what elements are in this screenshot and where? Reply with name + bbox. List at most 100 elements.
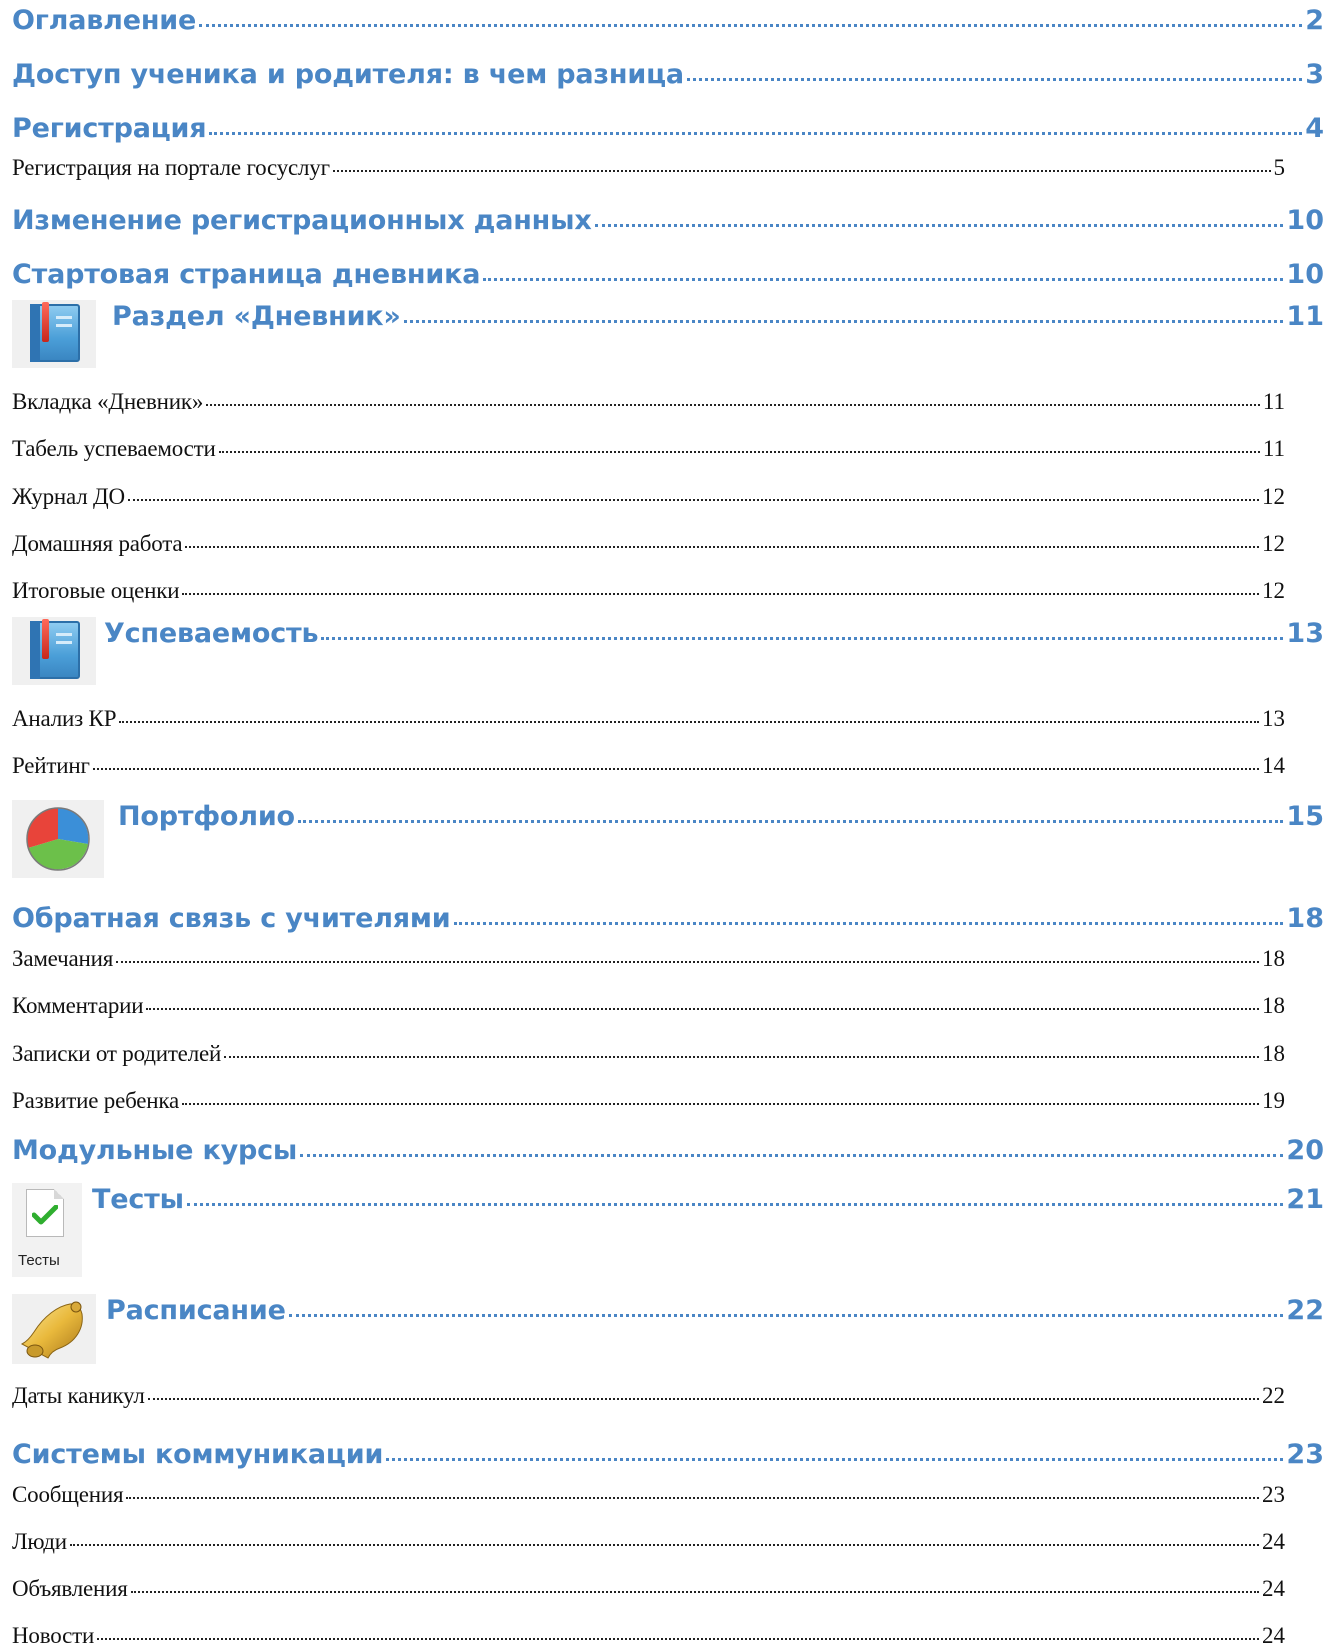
toc-page-number: 24: [1262, 1623, 1285, 1648]
toc-entry-title: Системы коммуникации: [12, 1439, 384, 1470]
table-of-contents: Оглавление 2 Доступ ученика и родителя: …: [0, 0, 1337, 1650]
toc-page-number: 20: [1286, 1135, 1324, 1166]
toc-entry-title: Доступ ученика и родителя: в чем разница: [12, 59, 684, 90]
toc-subentry-final-grades[interactable]: Итоговые оценки 12: [12, 576, 1285, 606]
dot-leader: [182, 593, 1259, 595]
toc-entry-title: Объявления: [12, 1576, 128, 1601]
toc-page-number: 24: [1262, 1576, 1285, 1601]
toc-entry-access[interactable]: Доступ ученика и родителя: в чем разница…: [12, 58, 1324, 92]
dot-leader: [403, 320, 1284, 323]
toc-page-number: 11: [1286, 301, 1324, 332]
dot-leader: [126, 1497, 1259, 1499]
toc-entry-title: Табель успеваемости: [12, 436, 216, 461]
toc-entry-contents[interactable]: Оглавление 2: [12, 4, 1324, 38]
toc-entry-schedule[interactable]: Расписание 22: [12, 1294, 1324, 1364]
tests-icon: Тесты: [12, 1183, 82, 1277]
toc-entry-change-data[interactable]: Изменение регистрационных данных 10: [12, 204, 1324, 238]
dot-leader: [483, 278, 1284, 281]
toc-subentry-diary-tab[interactable]: Вкладка «Дневник» 11: [12, 387, 1285, 417]
toc-entry-title: Домашняя работа: [12, 531, 183, 556]
toc-entry-title: Записки от родителей: [12, 1041, 222, 1066]
dot-leader: [288, 1314, 1284, 1317]
dot-leader: [386, 1458, 1284, 1461]
toc-page-number: 10: [1286, 259, 1324, 290]
toc-page-number: 10: [1286, 205, 1324, 236]
dot-leader: [297, 820, 1284, 823]
toc-entry-title: Модульные курсы: [12, 1135, 298, 1166]
toc-entry-title: Итоговые оценки: [12, 578, 180, 603]
dot-leader: [218, 451, 1260, 453]
dot-leader: [92, 768, 1259, 770]
toc-entry-registration[interactable]: Регистрация 4: [12, 112, 1324, 146]
toc-entry-title: Стартовая страница дневника: [12, 259, 481, 290]
toc-page-number: 14: [1262, 753, 1285, 778]
toc-entry-teacher-feedback[interactable]: Обратная связь с учителями 18: [12, 902, 1324, 936]
toc-page-number: 18: [1262, 946, 1285, 971]
toc-subentry-report-card[interactable]: Табель успеваемости 11: [12, 434, 1285, 464]
toc-entry-title: Расписание: [106, 1295, 286, 1326]
toc-entry-start-page[interactable]: Стартовая страница дневника 10: [12, 258, 1324, 292]
toc-subentry-messages[interactable]: Сообщения 23: [12, 1480, 1285, 1510]
toc-subentry-homework[interactable]: Домашняя работа 12: [12, 529, 1285, 559]
toc-page-number: 4: [1305, 113, 1324, 144]
tests-icon-caption: Тесты: [18, 1252, 60, 1269]
toc-subentry-child-development[interactable]: Развитие ребенка 19: [12, 1086, 1285, 1116]
bell-icon: [12, 1294, 96, 1364]
dot-leader: [127, 499, 1259, 501]
toc-entry-title: Развитие ребенка: [12, 1088, 180, 1113]
dot-leader: [332, 170, 1271, 172]
dot-leader: [300, 1154, 1284, 1157]
dot-leader: [686, 78, 1303, 81]
dot-leader: [97, 1638, 1259, 1640]
dot-leader: [321, 637, 1284, 640]
toc-page-number: 11: [1262, 389, 1285, 414]
toc-subentry-announcements[interactable]: Объявления 24: [12, 1574, 1285, 1604]
toc-entry-communication[interactable]: Системы коммуникации 23: [12, 1438, 1324, 1472]
toc-page-number: 19: [1262, 1088, 1285, 1113]
dot-leader: [147, 1398, 1259, 1400]
toc-page-number: 3: [1305, 59, 1324, 90]
toc-subentry-do-journal[interactable]: Журнал ДО 12: [12, 482, 1285, 512]
toc-entry-performance[interactable]: Успеваемость 13: [12, 617, 1324, 685]
toc-entry-title: Рейтинг: [12, 753, 90, 778]
toc-subentry-news[interactable]: Новости 24: [12, 1621, 1285, 1651]
dot-leader: [199, 24, 1303, 27]
book-icon: [12, 300, 96, 368]
toc-entry-title: Обратная связь с учителями: [12, 903, 451, 934]
toc-page-number: 18: [1286, 903, 1324, 934]
dot-leader: [185, 546, 1259, 548]
toc-entry-portfolio[interactable]: Портфолио 15: [12, 800, 1324, 878]
toc-page-number: 12: [1262, 484, 1285, 509]
toc-entry-title: Оглавление: [12, 5, 197, 36]
toc-page-number: 24: [1262, 1529, 1285, 1554]
toc-page-number: 11: [1262, 436, 1285, 461]
toc-page-number: 15: [1286, 801, 1324, 832]
toc-entry-diary-section[interactable]: Раздел «Дневник» 11: [12, 300, 1324, 368]
toc-subentry-holiday-dates[interactable]: Даты каникул 22: [12, 1381, 1285, 1411]
toc-page-number: 12: [1262, 531, 1285, 556]
dot-leader: [206, 404, 1260, 406]
toc-subentry-kr-analysis[interactable]: Анализ КР 13: [12, 704, 1285, 734]
toc-subentry-gosuslugi[interactable]: Регистрация на портале госуслуг 5: [12, 153, 1285, 183]
dot-leader: [69, 1544, 1259, 1546]
toc-entry-tests[interactable]: Тесты Тесты 21: [12, 1183, 1324, 1277]
dot-leader: [209, 132, 1303, 135]
toc-entry-title: Регистрация на портале госуслуг: [12, 155, 330, 180]
dot-leader: [116, 961, 1259, 963]
toc-entry-title: Изменение регистрационных данных: [12, 205, 592, 236]
toc-subentry-remarks[interactable]: Замечания 18: [12, 944, 1285, 974]
toc-page-number: 13: [1286, 618, 1324, 649]
toc-entry-title: Вкладка «Дневник»: [12, 389, 204, 414]
book-icon: [12, 617, 96, 685]
toc-page-number: 18: [1262, 1041, 1285, 1066]
toc-subentry-comments[interactable]: Комментарии 18: [12, 991, 1285, 1021]
pie-chart-icon: [12, 800, 104, 878]
toc-entry-title: Тесты: [92, 1184, 184, 1215]
toc-page-number: 12: [1262, 578, 1285, 603]
toc-page-number: 23: [1262, 1482, 1285, 1507]
toc-entry-title: Даты каникул: [12, 1383, 145, 1408]
toc-entry-modular-courses[interactable]: Модульные курсы 20: [12, 1134, 1324, 1168]
toc-subentry-people[interactable]: Люди 24: [12, 1527, 1285, 1557]
toc-subentry-rating[interactable]: Рейтинг 14: [12, 751, 1285, 781]
toc-subentry-parent-notes[interactable]: Записки от родителей 18: [12, 1039, 1285, 1069]
